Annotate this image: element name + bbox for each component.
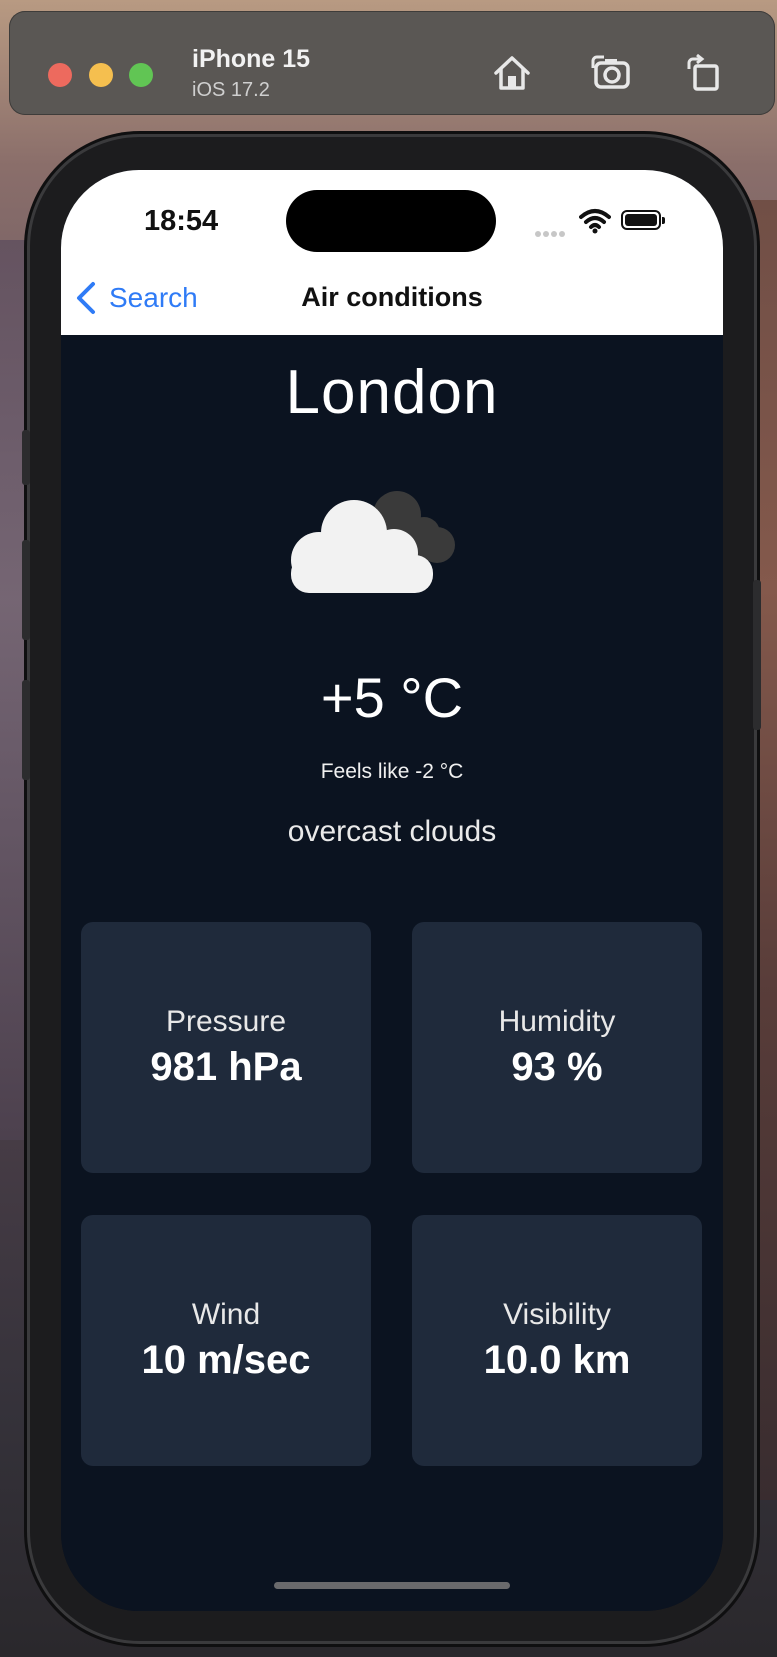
weather-content: London +5 °C Feels like -2 °C overcast c… bbox=[61, 335, 723, 1611]
wind-card: Wind 10 m/sec bbox=[81, 1215, 371, 1466]
overcast-clouds-icon bbox=[291, 491, 455, 593]
card-label: Wind bbox=[191, 1298, 261, 1331]
nav-title: Air conditions bbox=[301, 282, 483, 312]
card-label: Pressure bbox=[165, 1005, 287, 1038]
zoom-window-button[interactable] bbox=[129, 63, 153, 87]
pressure-card: Pressure 981 hPa bbox=[81, 922, 371, 1173]
screenshot-camera-icon[interactable] bbox=[589, 51, 633, 95]
city-name: London bbox=[285, 358, 499, 427]
feels-like: Feels like -2 °C bbox=[320, 760, 464, 783]
status-time: 18:54 bbox=[144, 205, 219, 237]
temperature: +5 °C bbox=[320, 666, 464, 729]
close-window-button[interactable] bbox=[48, 63, 72, 87]
home-indicator[interactable] bbox=[274, 1582, 510, 1589]
card-value: 981 hPa bbox=[150, 1045, 302, 1089]
visibility-card: Visibility 10.0 km bbox=[412, 1215, 702, 1466]
humidity-card: Humidity 93 % bbox=[412, 922, 702, 1173]
minimize-window-button[interactable] bbox=[89, 63, 113, 87]
action-button bbox=[22, 430, 30, 485]
card-label: Visibility bbox=[503, 1298, 611, 1331]
rotate-icon[interactable] bbox=[681, 51, 725, 95]
simulator-title-bar: iPhone 15 iOS 17.2 bbox=[9, 11, 775, 115]
volume-up-button bbox=[22, 540, 30, 640]
status-bar: 18:54 Search Air conditions bbox=[61, 170, 723, 335]
weather-description: overcast clouds bbox=[287, 815, 497, 848]
card-label: Humidity bbox=[498, 1005, 616, 1038]
phone-screen: 18:54 Search Air conditions London +5 °C… bbox=[61, 170, 723, 1611]
card-value: 10 m/sec bbox=[141, 1338, 311, 1382]
card-value: 10.0 km bbox=[483, 1338, 631, 1382]
volume-down-button bbox=[22, 680, 30, 780]
card-value: 93 % bbox=[511, 1045, 603, 1089]
power-button bbox=[753, 580, 761, 730]
dynamic-island bbox=[286, 190, 496, 252]
wifi-icon bbox=[579, 209, 611, 234]
device-os-version: iOS 17.2 bbox=[192, 79, 270, 101]
cellular-signal-icon bbox=[535, 224, 567, 242]
battery-icon bbox=[621, 210, 665, 230]
device-name: iPhone 15 bbox=[192, 45, 311, 73]
home-icon[interactable] bbox=[490, 51, 534, 95]
